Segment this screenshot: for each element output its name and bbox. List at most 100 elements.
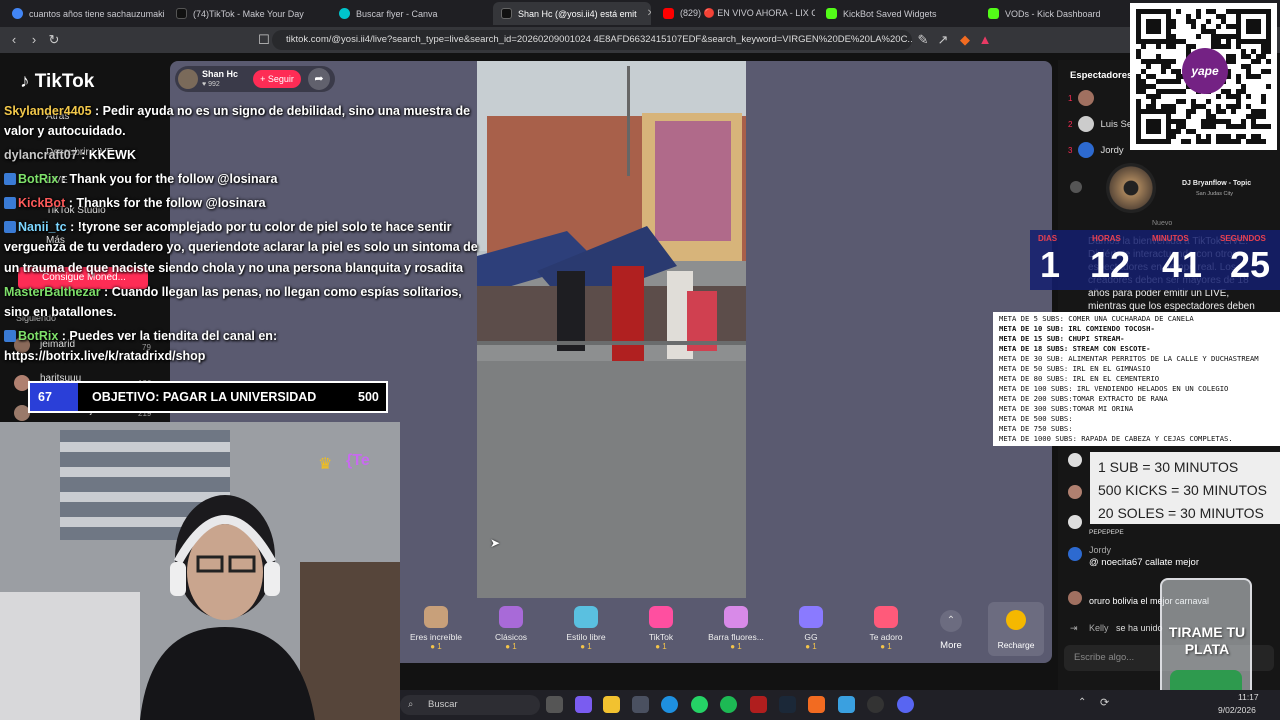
qr-module	[1161, 69, 1166, 74]
network-icon[interactable]: ⟳	[1100, 696, 1109, 709]
extension-icon[interactable]: ✎	[915, 32, 931, 48]
qr-module	[1251, 74, 1256, 79]
subathon-rates: 1 SUB = 30 MINUTOS 500 KICKS = 30 MINUTO…	[1090, 452, 1280, 524]
webcam-frame	[0, 422, 400, 720]
task-view-icon[interactable]	[546, 696, 563, 713]
whatsapp-icon[interactable]	[691, 696, 708, 713]
goal-line: META DE 100 SUBS: IRL VENDIENDO HELADOS …	[999, 384, 1229, 393]
qr-module	[1196, 134, 1201, 139]
qr-module	[1181, 124, 1186, 129]
qr-module	[1266, 44, 1271, 49]
qr-module	[1256, 74, 1261, 79]
qr-module	[1136, 79, 1141, 84]
browser-tab[interactable]: (74)TikTok - Make Your Day	[168, 2, 328, 25]
recharge-button[interactable]: Recharge	[988, 602, 1044, 656]
spotify-icon[interactable]	[720, 696, 737, 713]
qr-module	[1146, 94, 1151, 99]
browser-tab[interactable]: KickBot Saved Widgets	[818, 2, 978, 25]
app-icon[interactable]	[750, 696, 767, 713]
gift-item[interactable]: TikTok ● 1	[631, 606, 691, 651]
gift-item[interactable]: Estilo libre ● 1	[556, 606, 616, 651]
goal-line: META DE 5 SUBS: COMER UNA CUCHARADA DE C…	[999, 314, 1194, 323]
qr-module	[1226, 9, 1231, 14]
chevron-up-icon[interactable]: ⌃	[940, 610, 962, 632]
qr-module	[1166, 44, 1171, 49]
qr-module	[1206, 139, 1211, 144]
discord-icon[interactable]	[897, 696, 914, 713]
brave-icon[interactable]: ◆	[957, 32, 973, 48]
back-icon[interactable]: ‹	[6, 32, 22, 48]
qr-module	[1176, 9, 1181, 14]
viewer-row[interactable]: 2 Luis Se	[1068, 116, 1132, 132]
share-icon[interactable]: ↗	[935, 32, 951, 48]
viewer-row[interactable]: 3 Jordy	[1068, 142, 1124, 158]
goal-line: META DE 18 SUBS: STREAM CON ESCOTE-	[999, 344, 1151, 353]
tab-favicon-icon	[12, 8, 23, 19]
join-icon: ⇥	[1070, 623, 1078, 633]
close-tab-icon[interactable]: ✕	[647, 8, 651, 19]
qr-module	[1171, 59, 1176, 64]
qr-module	[1216, 39, 1221, 44]
store-icon[interactable]	[632, 696, 649, 713]
overlay-chat-line: dylancraft07 : KKEWK	[4, 148, 136, 162]
reload-icon[interactable]: ↻	[46, 32, 62, 48]
qr-module	[1191, 109, 1196, 114]
browser-tab[interactable]: (829) 🔴 EN VIVO AHORA - LIX Com	[655, 2, 815, 25]
clock-time[interactable]: 11:17	[1238, 692, 1259, 702]
obs-icon[interactable]	[867, 696, 884, 713]
qr-module	[1146, 59, 1151, 64]
file-explorer-icon[interactable]	[603, 696, 620, 713]
qr-module	[1231, 24, 1236, 29]
qr-module	[1171, 119, 1176, 124]
more-gifts-button[interactable]: More	[930, 640, 972, 651]
taskbar-search[interactable]: ⌕ Buscar	[400, 695, 540, 715]
gift-item[interactable]: GG ● 1	[781, 606, 841, 651]
streamer-name[interactable]: Shan Hc	[202, 69, 238, 79]
share-icon[interactable]: ➦	[308, 68, 330, 90]
qr-module	[1231, 124, 1236, 129]
qr-module	[1156, 89, 1161, 94]
url-field[interactable]: tiktok.com/@yosi.ii4/live?search_type=li…	[272, 30, 912, 50]
goal-line: META DE 500 SUBS:	[999, 414, 1073, 423]
clock-date[interactable]: 9/02/2026	[1218, 705, 1256, 715]
bookmark-icon[interactable]: ☐	[256, 32, 272, 48]
browser-tab[interactable]: cuantos años tiene sachauzumaki - B	[4, 2, 164, 25]
browser-tab[interactable]: VODs - Kick Dashboard	[980, 2, 1130, 25]
brave-icon[interactable]	[808, 696, 825, 713]
steam-icon[interactable]	[779, 696, 796, 713]
gift-item[interactable]: Clásicos ● 1	[481, 606, 541, 651]
streamer-avatar[interactable]	[178, 69, 198, 89]
viewer-row[interactable]: 1	[1068, 90, 1100, 106]
qr-module	[1256, 134, 1261, 139]
qr-module	[1146, 64, 1151, 69]
qr-module	[1151, 84, 1156, 89]
overlay-chat-line: verguenza de tu verdadero yo, queriendot…	[4, 240, 478, 254]
gift-item[interactable]: Barra fluores... ● 1	[706, 606, 766, 651]
qr-module	[1216, 139, 1221, 144]
qr-module	[1216, 34, 1221, 39]
qr-module	[1246, 104, 1251, 109]
chat-user[interactable]: Jordy	[1089, 545, 1111, 555]
tip-jar: TIRAME TU PLATA	[1160, 578, 1252, 708]
edge-icon[interactable]	[661, 696, 678, 713]
qr-module	[1196, 9, 1201, 14]
qr-module	[1236, 74, 1241, 79]
qr-module	[1236, 104, 1241, 109]
follow-button[interactable]: + Seguir	[253, 70, 301, 88]
qr-module	[1216, 104, 1221, 109]
notepad-icon[interactable]	[838, 696, 855, 713]
live-video[interactable]	[477, 61, 746, 598]
chat-user[interactable]: Kelly	[1089, 623, 1109, 633]
gift-item[interactable]: Eres increíble ● 1	[406, 606, 466, 651]
tiktok-logo[interactable]: ♪ TikTok	[20, 71, 94, 93]
rewards-icon[interactable]: ▲	[977, 32, 993, 48]
browser-tab-active[interactable]: Shan Hc (@yosi.ii4) está emit ✕	[493, 2, 651, 25]
forward-icon[interactable]: ›	[26, 32, 42, 48]
gift-item[interactable]: Te adoro ● 1	[856, 606, 916, 651]
qr-module	[1161, 59, 1166, 64]
chevron-up-icon[interactable]: ⌃	[1078, 697, 1086, 708]
copilot-icon[interactable]	[575, 696, 592, 713]
browser-tab[interactable]: Buscar flyer - Canva	[331, 2, 491, 25]
crown-icon: ♛	[318, 456, 333, 473]
qr-module	[1226, 104, 1231, 109]
